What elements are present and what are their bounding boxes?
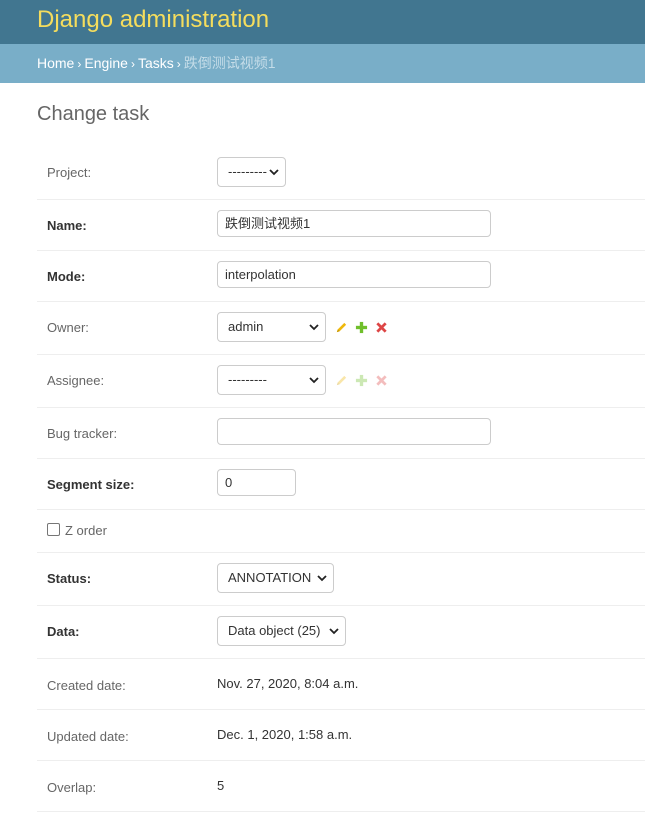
chevron-down-icon xyxy=(309,324,319,331)
form-row-segment-size: Segment size: 0 xyxy=(37,459,645,510)
chevron-down-icon xyxy=(317,575,327,582)
z-order-checkbox[interactable] xyxy=(47,523,60,536)
breadcrumb-separator: › xyxy=(77,57,82,71)
chevron-down-icon xyxy=(329,628,339,635)
assignee-select[interactable]: --------- xyxy=(217,365,326,395)
mode-label: Mode: xyxy=(47,269,86,284)
form-row-updated-date: Updated date: Dec. 1, 2020, 1:58 a.m. xyxy=(37,710,645,761)
data-label: Data: xyxy=(47,624,80,639)
breadcrumb-current: 跌倒测试视频1 xyxy=(183,55,276,71)
form-row-name: Name: 跌倒测试视频1 xyxy=(37,200,645,251)
bug-tracker-label: Bug tracker: xyxy=(47,426,118,441)
form-row-data: Data: Data object (25) xyxy=(37,606,645,659)
breadcrumb-engine-link[interactable]: Engine xyxy=(84,55,128,71)
chevron-down-icon xyxy=(309,377,319,384)
status-select-value: ANNOTATION xyxy=(228,570,312,585)
segment-size-label: Segment size: xyxy=(47,477,135,492)
breadcrumb: Home › Engine › Tasks › 跌倒测试视频1 xyxy=(0,44,645,83)
owner-select-value: admin xyxy=(228,319,264,334)
form-row-mode: Mode: interpolation xyxy=(37,251,645,302)
name-label: Name: xyxy=(47,218,87,233)
assignee-select-value: --------- xyxy=(228,372,267,387)
data-select[interactable]: Data object (25) xyxy=(217,616,346,646)
breadcrumb-separator: › xyxy=(176,57,181,71)
form-row-assignee: Assignee: --------- xyxy=(37,355,645,408)
form-row-project: Project: --------- xyxy=(37,146,645,200)
header: Django administration xyxy=(0,0,645,44)
breadcrumb-separator: › xyxy=(130,57,135,71)
project-select[interactable]: --------- xyxy=(217,157,286,187)
segment-size-input[interactable]: 0 xyxy=(217,469,296,496)
x-icon[interactable] xyxy=(375,321,388,334)
status-label: Status: xyxy=(47,571,92,586)
form-row-owner: Owner: admin xyxy=(37,302,645,355)
status-select[interactable]: ANNOTATION xyxy=(217,563,334,593)
chevron-down-icon xyxy=(269,169,279,176)
updated-date-value: Dec. 1, 2020, 1:58 a.m. xyxy=(217,727,353,742)
name-input[interactable]: 跌倒测试视频1 xyxy=(217,210,491,237)
x-icon xyxy=(376,375,387,386)
form-row-z-order: Z order xyxy=(37,510,645,553)
assignee-label: Assignee: xyxy=(47,373,105,388)
pencil-icon xyxy=(336,375,347,386)
breadcrumb-tasks-link[interactable]: Tasks xyxy=(138,55,174,71)
form-row-status: Status: ANNOTATION xyxy=(37,553,645,606)
owner-select[interactable]: admin xyxy=(217,312,326,342)
created-date-value: Nov. 27, 2020, 8:04 a.m. xyxy=(217,676,359,691)
page-title: Change task xyxy=(37,103,150,125)
updated-date-label: Updated date: xyxy=(47,729,129,744)
site-name[interactable]: Django administration xyxy=(37,5,269,35)
form-row-created-date: Created date: Nov. 27, 2020, 8:04 a.m. xyxy=(37,659,645,710)
form-row-overlap: Overlap: 5 xyxy=(37,761,645,812)
project-label: Project: xyxy=(47,165,92,180)
owner-label: Owner: xyxy=(47,320,89,335)
bug-tracker-input[interactable] xyxy=(217,418,491,445)
form-row-bug-tracker: Bug tracker: xyxy=(37,408,645,459)
plus-icon[interactable] xyxy=(355,374,368,387)
plus-icon[interactable] xyxy=(355,321,368,334)
data-select-value: Data object (25) xyxy=(228,623,321,638)
project-select-value: --------- xyxy=(228,164,267,179)
pencil-icon[interactable] xyxy=(335,321,348,334)
created-date-label: Created date: xyxy=(47,678,126,693)
overlap-value: 5 xyxy=(217,778,225,793)
breadcrumb-home-link[interactable]: Home xyxy=(37,55,74,71)
mode-input[interactable]: interpolation xyxy=(217,261,491,288)
overlap-label: Overlap: xyxy=(47,780,97,795)
z-order-label[interactable]: Z order xyxy=(65,523,107,538)
